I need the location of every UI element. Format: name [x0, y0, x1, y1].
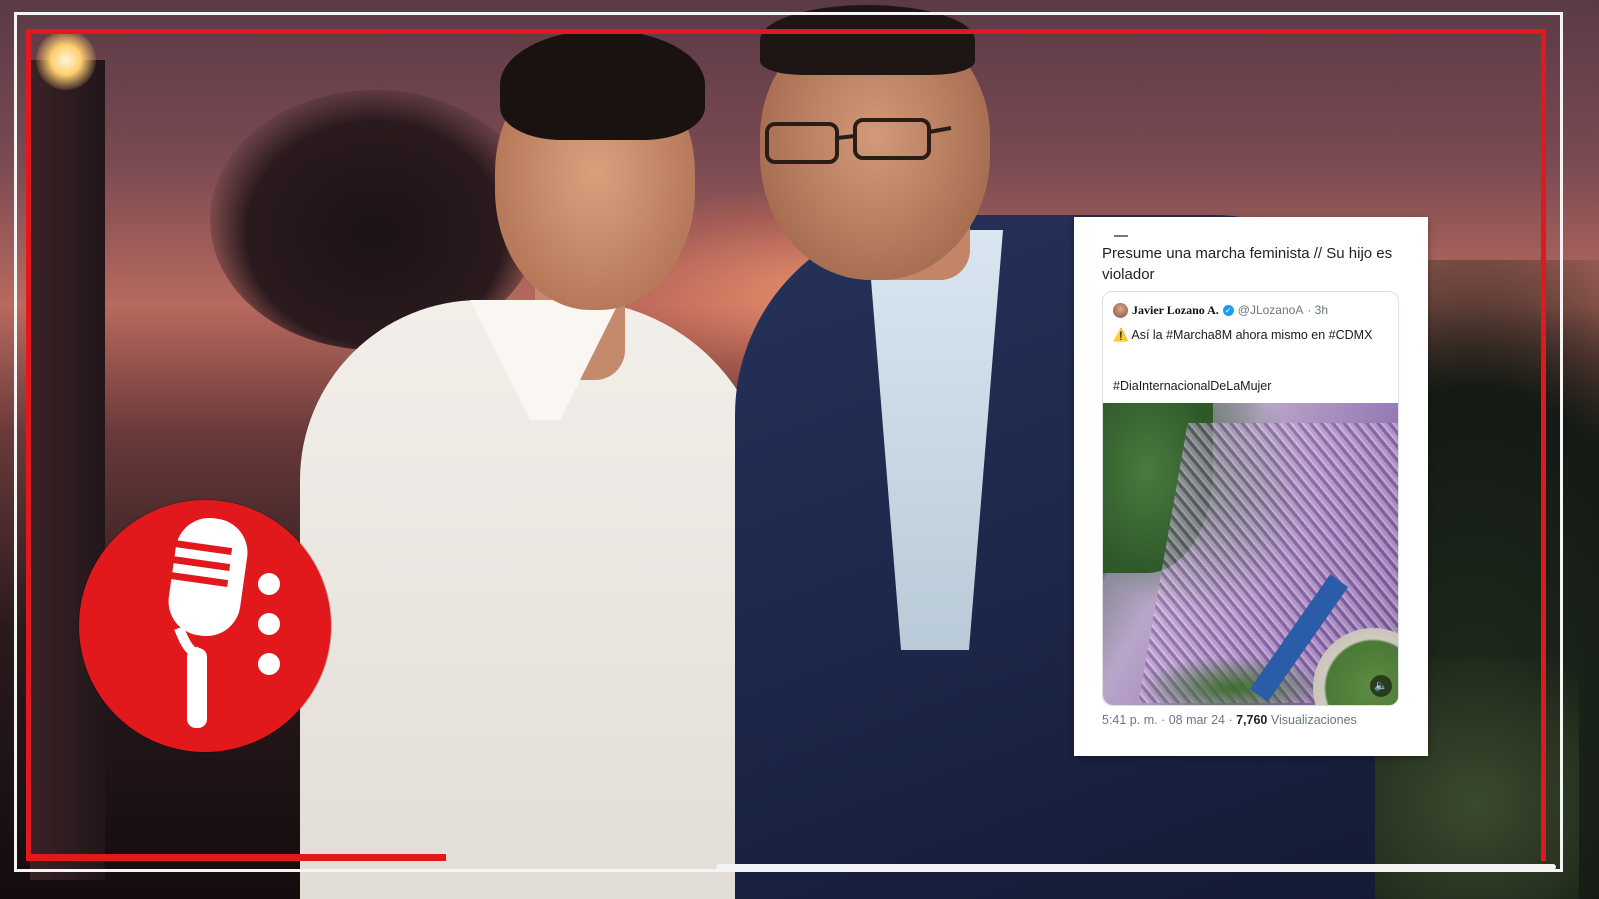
trees-bottom [1143, 658, 1323, 705]
tweet-timestamp: 5:41 p. m. · 08 mar 24 · [1102, 713, 1233, 727]
verified-badge-icon: ✓ [1222, 304, 1234, 316]
card-top-mark [1114, 235, 1128, 237]
quoted-text: Así la #Marcha8M ahora mismo en #CDMX [1131, 328, 1373, 342]
hashtag-link[interactable]: #DiaInternacionalDeLaMujer [1113, 379, 1271, 393]
march-video[interactable]: 🔈 [1103, 403, 1398, 705]
views-count: 7,760 [1236, 713, 1268, 727]
quoted-tweet-text: ⚠️ Así la #Marcha8M ahora mismo en #CDMX [1113, 326, 1391, 344]
author-handle[interactable]: @JLozanoA [1238, 303, 1304, 317]
author-name[interactable]: Javier Lozano A. [1132, 303, 1219, 318]
quoted-tweet[interactable]: Javier Lozano A. ✓ @JLozanoA · 3h ⚠️ Así… [1102, 291, 1399, 706]
quoted-tweet-header: Javier Lozano A. ✓ @JLozanoA · 3h [1113, 301, 1328, 319]
tweet-caption: Presume una marcha feminista // Su hijo … [1102, 245, 1393, 283]
views-label: Visualizaciones [1270, 713, 1357, 727]
microphone-icon [168, 517, 280, 728]
warning-icon: ⚠️ [1113, 328, 1129, 342]
volume-muted-icon[interactable]: 🔈 [1370, 675, 1392, 697]
avatar[interactable] [1113, 302, 1128, 318]
tweet-card: Presume una marcha feminista // Su hijo … [1074, 217, 1428, 756]
tweet-footer: 5:41 p. m. · 08 mar 24 · 7,760 Visualiza… [1102, 713, 1357, 727]
white-bottom-bar [716, 864, 1556, 870]
podcast-logo [79, 500, 331, 752]
red-bottom-bar [26, 854, 446, 861]
post-time: · 3h [1307, 303, 1329, 317]
